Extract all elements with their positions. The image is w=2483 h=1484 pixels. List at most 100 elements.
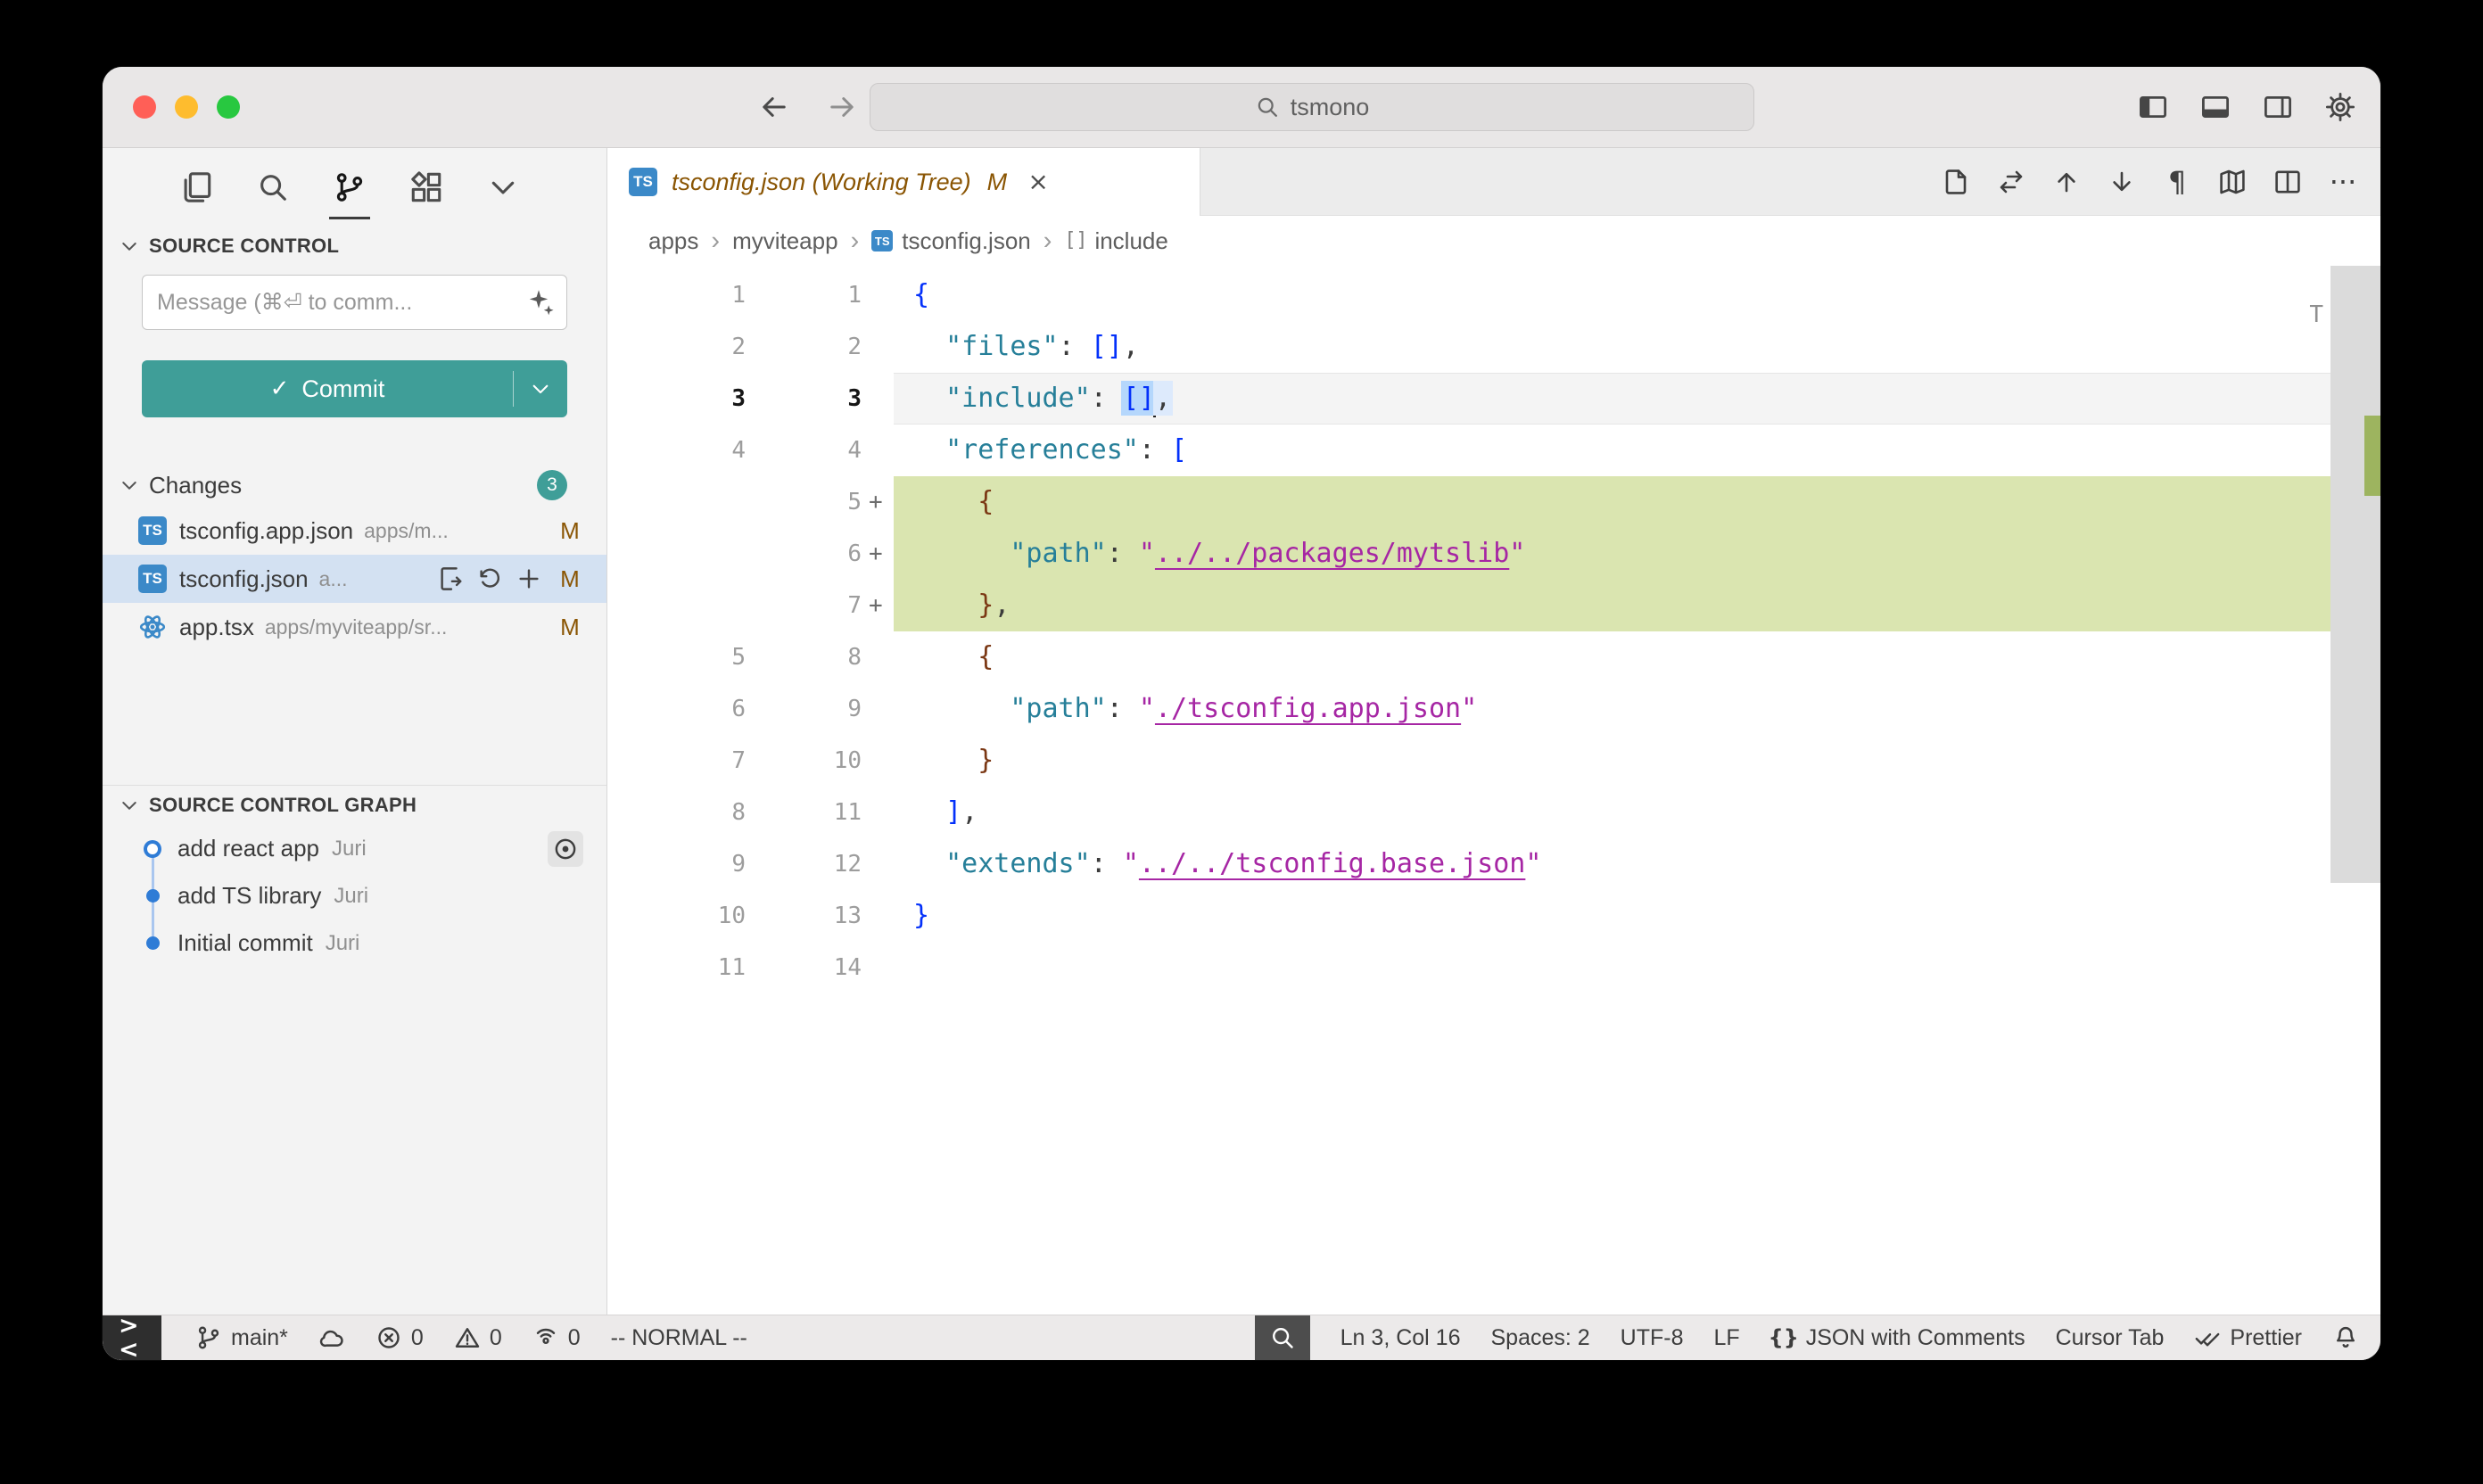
changes-section-header[interactable]: Changes 3: [103, 464, 606, 507]
diff-add-marker: [862, 942, 894, 993]
code-line[interactable]: 6+ "path": "../../packages/mytslib": [607, 528, 2380, 580]
ports[interactable]: 0: [532, 1315, 581, 1360]
changes-file-list: TStsconfig.app.jsonapps/m...MTStsconfig.…: [103, 507, 606, 651]
more-actions-icon[interactable]: ···: [2329, 168, 2357, 196]
open-file-icon[interactable]: [437, 565, 464, 592]
forward-icon[interactable]: [826, 91, 858, 123]
source-control-section-header[interactable]: SOURCE CONTROL: [103, 227, 606, 266]
commit-row[interactable]: add react appJuri: [103, 825, 606, 872]
notifications[interactable]: [2332, 1315, 2359, 1360]
search-view-button[interactable]: [235, 148, 311, 227]
code-line-content: "path": "./tsconfig.app.json": [894, 683, 2330, 735]
code-line[interactable]: 912 "extends": "../../tsconfig.base.json…: [607, 838, 2380, 890]
code-line[interactable]: 7+ },: [607, 580, 2380, 631]
open-file-icon[interactable]: [1942, 168, 1970, 196]
next-change-icon[interactable]: [2108, 168, 2136, 196]
gear-icon[interactable]: [2325, 92, 2355, 122]
original-line-number: 6: [607, 683, 746, 735]
minimize-window-button[interactable]: [175, 95, 198, 119]
eol[interactable]: LF: [1714, 1315, 1740, 1360]
tab-label: tsconfig.json (Working Tree): [672, 169, 971, 196]
code-line[interactable]: 1114: [607, 942, 2380, 993]
toggle-panel-icon[interactable]: [2200, 92, 2231, 122]
commit-row[interactable]: Initial commitJuri: [103, 919, 606, 967]
remote-icon: ><: [119, 1324, 145, 1351]
search-query: tsmono: [1291, 94, 1370, 121]
toggle-secondary-sidebar-icon[interactable]: [2263, 92, 2293, 122]
file-row[interactable]: TStsconfig.app.jsonapps/m...M: [103, 507, 606, 555]
breadcrumb-item[interactable]: myviteapp: [732, 227, 838, 255]
toggle-primary-sidebar-icon[interactable]: [2138, 92, 2168, 122]
code-line[interactable]: 69 "path": "./tsconfig.app.json": [607, 683, 2380, 735]
code-line[interactable]: 44 "references": [: [607, 425, 2380, 476]
explorer-view-button[interactable]: [158, 148, 235, 227]
breadcrumb-item[interactable]: [ ]include: [1064, 227, 1167, 255]
vim-mode[interactable]: -- NORMAL --: [611, 1315, 747, 1360]
extensions-view-button[interactable]: [388, 148, 465, 227]
diff-add-marker: [862, 683, 894, 735]
commit-dot: [135, 840, 170, 858]
diff-add-marker: +: [862, 476, 894, 528]
cursor-position[interactable]: Ln 3, Col 16: [1340, 1315, 1461, 1360]
previous-change-icon[interactable]: [2052, 168, 2081, 196]
publish-changes[interactable]: [318, 1315, 345, 1360]
source-control-graph-header[interactable]: SOURCE CONTROL GRAPH: [103, 785, 606, 825]
indentation[interactable]: Spaces: 2: [1490, 1315, 1589, 1360]
status-label: 0: [411, 1325, 424, 1351]
encoding[interactable]: UTF-8: [1621, 1315, 1684, 1360]
cursor-tab[interactable]: Cursor Tab: [2056, 1315, 2165, 1360]
commit-author: Juri: [334, 884, 368, 909]
errors[interactable]: 0: [375, 1315, 424, 1360]
file-row[interactable]: app.tsxapps/myviteapp/sr...M: [103, 603, 606, 651]
map-view-icon[interactable]: [2218, 168, 2247, 196]
git-branch[interactable]: main*: [195, 1315, 288, 1360]
more-views-button[interactable]: [465, 148, 541, 227]
code-line[interactable]: 1013}: [607, 890, 2380, 942]
code-line[interactable]: 58 {: [607, 631, 2380, 683]
zoom-indicator[interactable]: [1255, 1315, 1310, 1360]
swap-diff-sides-icon[interactable]: [1997, 168, 2025, 196]
code-line[interactable]: 811 ],: [607, 787, 2380, 838]
error-icon: [375, 1324, 402, 1351]
breadcrumb-item[interactable]: apps: [648, 227, 698, 255]
file-row[interactable]: TStsconfig.jsona...M: [103, 555, 606, 603]
target-icon[interactable]: [548, 831, 583, 867]
zoom-window-button[interactable]: [217, 95, 240, 119]
close-icon[interactable]: ×: [1023, 167, 1053, 197]
generate-commit-message-icon[interactable]: [526, 287, 555, 316]
breadcrumb: apps›myviteapp›TStsconfig.json›[ ]includ…: [607, 216, 2380, 266]
modified-line-number: 14: [746, 942, 862, 993]
code-line[interactable]: 33 "include": [],: [607, 373, 2380, 425]
commit-dot: [135, 936, 170, 950]
commit-message-input[interactable]: [142, 275, 567, 330]
commit-button[interactable]: ✓ Commit: [142, 360, 567, 417]
breadcrumb-item[interactable]: TStsconfig.json: [871, 227, 1031, 255]
check-icon: ✓: [270, 377, 290, 400]
code-line[interactable]: 710 }: [607, 735, 2380, 787]
whitespace-toggle-icon[interactable]: ¶: [2163, 168, 2191, 196]
tab-tsconfig-working-tree[interactable]: TS tsconfig.json (Working Tree) M ×: [607, 148, 1200, 216]
modified-line-number: 13: [746, 890, 862, 942]
code-line-content: },: [894, 580, 2330, 631]
split-editor-icon[interactable]: [2273, 168, 2302, 196]
chevron-down-icon: [486, 170, 520, 204]
code-line[interactable]: 22 "files": [],: [607, 321, 2380, 373]
formatter[interactable]: Prettier: [2194, 1315, 2302, 1360]
close-window-button[interactable]: [133, 95, 156, 119]
back-icon[interactable]: [758, 91, 790, 123]
commit-row[interactable]: add TS libraryJuri: [103, 872, 606, 919]
editor-scrollbar[interactable]: [2330, 266, 2380, 883]
discard-icon[interactable]: [476, 565, 503, 592]
language-mode[interactable]: {}JSON with Comments: [1770, 1315, 2025, 1360]
branch-icon: [195, 1324, 222, 1351]
code-line[interactable]: 5+ {: [607, 476, 2380, 528]
commit-options-dropdown[interactable]: [514, 377, 567, 400]
source-control-view-button[interactable]: [311, 148, 388, 227]
stage-icon[interactable]: [516, 565, 542, 592]
warnings[interactable]: 0: [454, 1315, 502, 1360]
code-line[interactable]: 11{: [607, 269, 2380, 321]
remote-indicator[interactable]: ><: [103, 1315, 161, 1360]
diff-editor[interactable]: 11{22 "files": [],33 "include": [],44 "r…: [607, 266, 2380, 1315]
command-center-search[interactable]: tsmono: [870, 83, 1754, 131]
original-line-number: [607, 528, 746, 580]
